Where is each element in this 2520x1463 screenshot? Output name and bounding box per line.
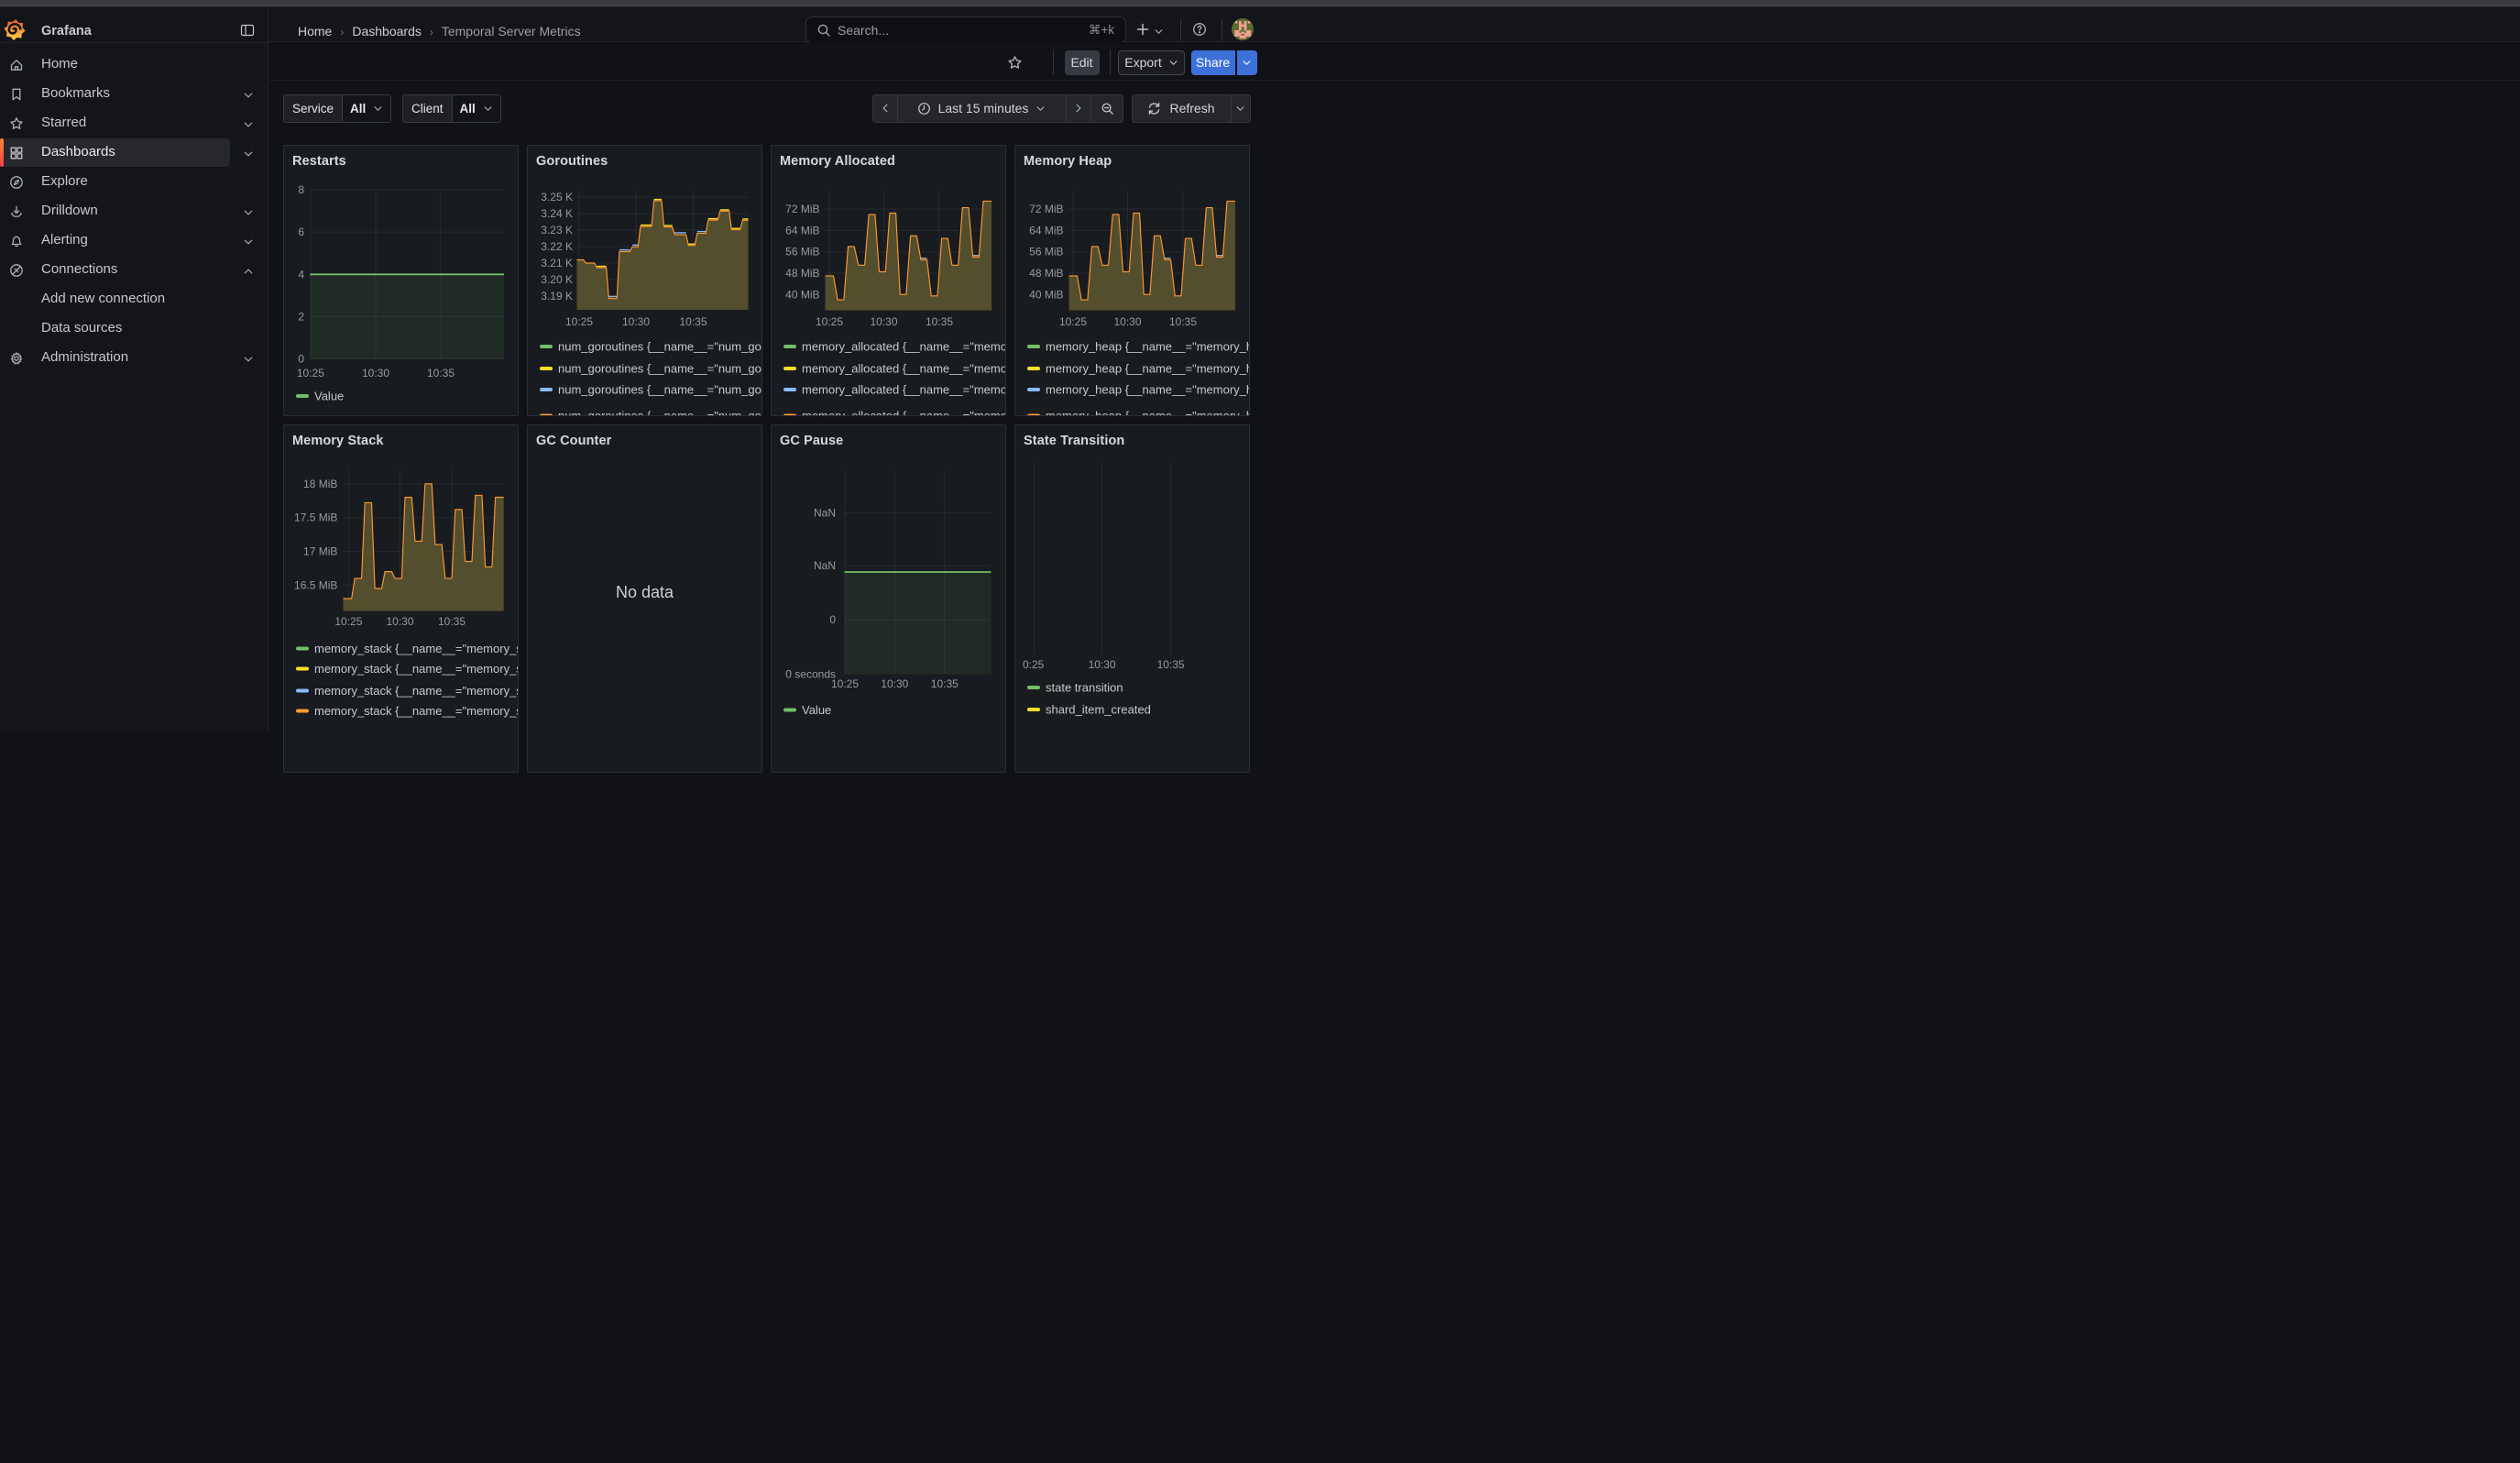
svg-text:72 MiB: 72 MiB [1029, 203, 1063, 215]
svg-text:memory_stack {__name__="memory: memory_stack {__name__="memory_stack", i… [314, 704, 518, 718]
svg-text:2: 2 [298, 310, 304, 323]
svg-text:memory_allocated {__name__="me: memory_allocated {__name__="memory_alloc… [802, 340, 1005, 354]
svg-text:4: 4 [298, 268, 304, 280]
svg-text:48 MiB: 48 MiB [1029, 267, 1063, 280]
svg-text:No data: No data [616, 583, 674, 601]
svg-text:NaN: NaN [814, 506, 836, 519]
svg-text:10:35: 10:35 [926, 315, 953, 328]
svg-text:memory_heap {__name__="memory_: memory_heap {__name__="memory_heap", ins… [1046, 409, 1249, 415]
svg-text:10:35: 10:35 [679, 315, 707, 328]
svg-text:10:30: 10:30 [622, 315, 650, 328]
svg-text:0: 0 [829, 613, 836, 626]
svg-text:memory_heap {__name__="memory_: memory_heap {__name__="memory_heap", ins… [1046, 383, 1249, 397]
svg-text:shard_item_created: shard_item_created [1046, 702, 1151, 716]
svg-text:10:30: 10:30 [386, 615, 413, 628]
svg-text:56 MiB: 56 MiB [1029, 246, 1063, 258]
svg-text:Value: Value [314, 390, 344, 403]
svg-text:memory_allocated {__name__="me: memory_allocated {__name__="memory_alloc… [802, 362, 1005, 376]
svg-text:10:30: 10:30 [362, 367, 389, 380]
svg-text:18 MiB: 18 MiB [303, 477, 337, 490]
svg-text:10:35: 10:35 [1157, 658, 1185, 671]
svg-text:0 seconds: 0 seconds [785, 667, 836, 680]
svg-text:0: 0 [298, 353, 304, 366]
svg-text:memory_allocated {__name__="me: memory_allocated {__name__="memory_alloc… [802, 383, 1005, 397]
svg-text:10:25: 10:25 [565, 315, 593, 328]
svg-text:3.23 K: 3.23 K [541, 224, 573, 236]
svg-text:num_goroutines {__name__="num_: num_goroutines {__name__="num_goroutines… [558, 362, 761, 376]
svg-text:10:25: 10:25 [297, 367, 324, 380]
svg-text:10:25: 10:25 [816, 315, 843, 328]
svg-text:state transition: state transition [1046, 680, 1123, 694]
svg-text:Value: Value [802, 703, 831, 717]
svg-text:10:30: 10:30 [1113, 315, 1141, 328]
svg-text:NaN: NaN [814, 559, 836, 572]
svg-text:3.25 K: 3.25 K [541, 191, 573, 204]
svg-text:num_goroutines {__name__="num_: num_goroutines {__name__="num_goroutines… [558, 409, 761, 415]
svg-text:memory_stack {__name__="memory: memory_stack {__name__="memory_stack", i… [314, 642, 518, 655]
svg-text:3.24 K: 3.24 K [541, 207, 573, 220]
svg-text:10:30: 10:30 [1089, 658, 1116, 671]
svg-text:40 MiB: 40 MiB [785, 288, 819, 301]
svg-text:48 MiB: 48 MiB [785, 267, 819, 280]
svg-text:3.22 K: 3.22 K [541, 240, 573, 253]
svg-text:16.5 MiB: 16.5 MiB [294, 578, 337, 591]
svg-text:memory_stack {__name__="memory: memory_stack {__name__="memory_stack", i… [314, 662, 518, 676]
svg-text:10:25: 10:25 [334, 615, 362, 628]
svg-text:memory_heap {__name__="memory_: memory_heap {__name__="memory_heap", ins… [1046, 340, 1249, 354]
svg-text:num_goroutines {__name__="num_: num_goroutines {__name__="num_goroutines… [558, 383, 761, 397]
svg-text:10:35: 10:35 [1169, 315, 1197, 328]
svg-text:10:35: 10:35 [438, 615, 466, 628]
svg-text:10:25: 10:25 [1059, 315, 1087, 328]
svg-text:56 MiB: 56 MiB [785, 246, 819, 258]
svg-text:memory_allocated {__name__="me: memory_allocated {__name__="memory_alloc… [802, 409, 1005, 415]
svg-text:72 MiB: 72 MiB [785, 203, 819, 215]
svg-text:10:30: 10:30 [870, 315, 897, 328]
svg-text:10:35: 10:35 [427, 367, 455, 380]
svg-text:64 MiB: 64 MiB [785, 224, 819, 236]
svg-text:0:25: 0:25 [1023, 658, 1045, 671]
svg-text:memory_heap {__name__="memory_: memory_heap {__name__="memory_heap", ins… [1046, 362, 1249, 376]
svg-text:64 MiB: 64 MiB [1029, 224, 1063, 236]
svg-text:10:25: 10:25 [831, 677, 859, 690]
svg-text:memory_stack {__name__="memory: memory_stack {__name__="memory_stack", i… [314, 684, 518, 698]
svg-text:17.5 MiB: 17.5 MiB [294, 511, 337, 523]
svg-text:10:35: 10:35 [931, 677, 959, 690]
svg-text:num_goroutines {__name__="num_: num_goroutines {__name__="num_goroutines… [558, 340, 761, 354]
svg-text:6: 6 [298, 226, 304, 238]
svg-text:3.20 K: 3.20 K [541, 273, 573, 286]
svg-text:3.21 K: 3.21 K [541, 257, 573, 270]
svg-text:8: 8 [298, 183, 304, 196]
svg-text:10:30: 10:30 [881, 677, 908, 690]
svg-text:17 MiB: 17 MiB [303, 544, 337, 557]
svg-text:3.19 K: 3.19 K [541, 290, 573, 302]
svg-text:40 MiB: 40 MiB [1029, 288, 1063, 301]
